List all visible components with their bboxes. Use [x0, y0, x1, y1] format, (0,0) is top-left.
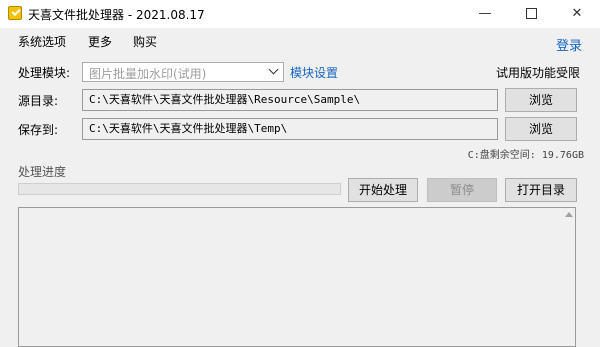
- maximize-button[interactable]: [508, 0, 554, 28]
- trial-notice: 试用版功能受限: [496, 66, 581, 80]
- start-button[interactable]: 开始处理: [348, 178, 418, 202]
- menu-bar: 系统选项 更多 购买 登录: [0, 28, 600, 54]
- save-dir-field[interactable]: C:\天喜软件\天喜文件批处理器\Temp\: [82, 118, 498, 140]
- close-button[interactable]: ✕: [554, 0, 600, 28]
- menu-system-options[interactable]: 系统选项: [18, 33, 66, 50]
- open-dir-button[interactable]: 打开目录: [505, 178, 577, 202]
- source-dir-label: 源目录:: [18, 94, 59, 108]
- title-bar: 天喜文件批处理器 - 2021.08.17 — ✕: [0, 0, 600, 28]
- progress-label: 处理进度: [18, 165, 67, 179]
- window-title: 天喜文件批处理器 - 2021.08.17: [28, 8, 205, 22]
- app-icon: [8, 6, 22, 20]
- menu-buy[interactable]: 购买: [133, 33, 157, 50]
- module-label: 处理模块:: [18, 66, 71, 80]
- scroll-up-icon[interactable]: [565, 212, 573, 217]
- maximize-icon: [525, 8, 537, 19]
- module-select[interactable]: 图片批量加水印(试用): [82, 62, 284, 82]
- pause-button[interactable]: 暂停: [427, 178, 497, 202]
- menu-more[interactable]: 更多: [88, 33, 112, 50]
- login-link[interactable]: 登录: [556, 35, 582, 54]
- save-dir-label: 保存到:: [18, 123, 59, 137]
- progress-bar: [18, 183, 341, 195]
- module-settings-link[interactable]: 模块设置: [290, 64, 338, 81]
- chevron-down-icon: [268, 64, 279, 75]
- save-browse-button[interactable]: 浏览: [505, 117, 577, 141]
- source-dir-field[interactable]: C:\天喜软件\天喜文件批处理器\Resource\Sample\: [82, 89, 498, 111]
- source-browse-button[interactable]: 浏览: [505, 88, 577, 112]
- module-select-value: 图片批量加水印(试用): [89, 67, 207, 81]
- log-area[interactable]: [18, 207, 576, 347]
- disk-space-text: C:盘剩余空间: 19.76GB: [467, 150, 584, 161]
- minimize-button[interactable]: —: [462, 0, 508, 28]
